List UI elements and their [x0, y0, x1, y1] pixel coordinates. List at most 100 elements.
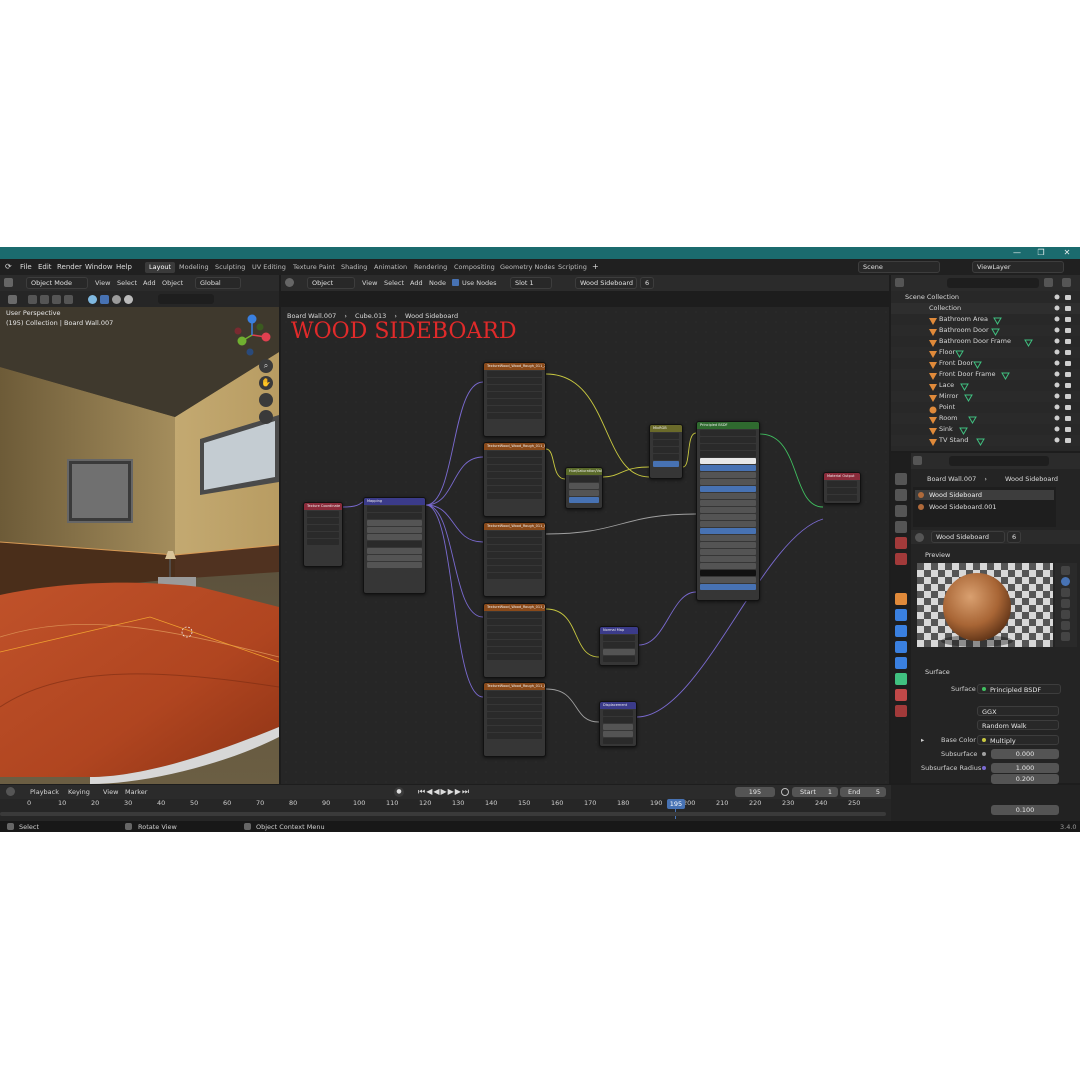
mode-dropdown[interactable]: Object Mode	[26, 277, 88, 289]
minimize-button[interactable]: —	[1006, 247, 1028, 259]
timeline-menu-view[interactable]: View	[103, 788, 118, 796]
node-mapping[interactable]: Mapping	[363, 497, 426, 594]
preview-panel-header[interactable]: Preview	[911, 549, 1080, 561]
3d-viewport[interactable]: User Perspective (195) Collection | Boar…	[0, 307, 279, 784]
node-menu-view[interactable]: View	[362, 279, 377, 287]
material-tab-icon[interactable]	[895, 689, 907, 701]
tab-texture-paint[interactable]: Texture Paint	[289, 262, 339, 273]
maximize-button[interactable]: ❐	[1030, 247, 1052, 259]
node-image-texture-gloss[interactable]: TextureWood_Wood_Rough_011_GLOSS	[483, 522, 546, 597]
node-image-texture-color[interactable]: TextureWood_Wood_Rough_011_2K_COLOR	[483, 362, 546, 437]
distribution-dropdown[interactable]: GGX	[977, 706, 1059, 716]
menu-edit[interactable]: Edit	[38, 263, 52, 271]
tab-rendering[interactable]: Rendering	[410, 262, 451, 273]
node-menu-node[interactable]: Node	[429, 279, 446, 287]
subsurface-field[interactable]: 0.000	[991, 749, 1059, 759]
shading-rendered-icon[interactable]	[124, 295, 133, 304]
object-tab-icon[interactable]	[895, 593, 907, 605]
record-icon[interactable]: ●	[394, 787, 404, 797]
preview-cloth-icon[interactable]	[1061, 621, 1070, 630]
tool-tab-icon[interactable]	[895, 473, 907, 485]
material-slot-item[interactable]: Wood Sideboard	[915, 490, 1054, 500]
world-tab-icon[interactable]	[895, 553, 907, 565]
blender-logo-icon[interactable]: ⟳	[5, 262, 12, 271]
gizmo-toggle-icon[interactable]	[88, 295, 97, 304]
transform-orientation-dropdown[interactable]: Global	[195, 277, 241, 289]
render-tab-icon[interactable]	[895, 489, 907, 501]
menu-file[interactable]: File	[20, 263, 32, 271]
node-displacement[interactable]: Displacement	[599, 701, 637, 747]
menu-window[interactable]: Window	[85, 263, 113, 271]
timeline-menu-playback[interactable]: Playback	[30, 788, 59, 796]
use-nodes-checkbox[interactable]	[452, 279, 459, 286]
props-crumb-material[interactable]: Wood Sideboard	[1005, 475, 1058, 483]
physics-tab-icon[interactable]	[895, 641, 907, 653]
tab-modeling[interactable]: Modeling	[175, 262, 213, 273]
constraints-tab-icon[interactable]	[895, 657, 907, 669]
node-menu-select[interactable]: Select	[384, 279, 404, 287]
preview-sphere-icon[interactable]	[1061, 577, 1070, 586]
camera-icon[interactable]	[259, 393, 273, 407]
add-workspace-button[interactable]: +	[592, 262, 599, 271]
playhead[interactable]: 195	[667, 799, 685, 809]
timeline-editor-icon[interactable]	[6, 787, 15, 796]
timeline-scrollbar[interactable]	[0, 812, 886, 816]
preview-monkey-icon[interactable]	[1061, 610, 1070, 619]
base-color-field[interactable]: Multiply	[977, 735, 1059, 745]
node-image-texture-disp[interactable]: TextureWood_Wood_Rough_011_DISP	[483, 682, 546, 757]
scene-tab-icon[interactable]	[895, 537, 907, 549]
node-texture-coordinate[interactable]: Texture Coordinate	[303, 502, 343, 567]
output-tab-icon[interactable]	[895, 505, 907, 517]
expand-arrow-icon[interactable]: ▸	[921, 736, 924, 744]
viewport-menu-view[interactable]: View	[95, 279, 110, 287]
node-menu-add[interactable]: Add	[410, 279, 423, 287]
close-button[interactable]: ✕	[1056, 247, 1078, 259]
timeline-track[interactable]: 0 10 20 30 40 50 60 70 80 90 100 110 120…	[0, 799, 891, 823]
pan-hand-icon[interactable]: ✋	[259, 376, 273, 390]
node-hue-saturation[interactable]: Hue/Saturation/Value	[565, 467, 603, 509]
perspective-grid-icon[interactable]	[259, 410, 273, 424]
viewlayer-selector[interactable]: ViewLayer	[972, 261, 1064, 273]
shading-solid-icon[interactable]	[100, 295, 109, 304]
viewport-menu-select[interactable]: Select	[117, 279, 137, 287]
menu-help[interactable]: Help	[116, 263, 132, 271]
mode-icon-3[interactable]	[52, 295, 61, 304]
scene-selector[interactable]: Scene	[858, 261, 940, 273]
node-image-texture-rough[interactable]: TextureWood_Wood_Rough_011_ROUGH	[483, 442, 546, 517]
surface-panel-header[interactable]: Surface	[911, 666, 1080, 678]
radius-z-field[interactable]: 0.100	[991, 805, 1059, 815]
shader-type-dropdown[interactable]: Object	[307, 277, 355, 289]
timeline-menu-keying[interactable]: Keying	[68, 788, 90, 796]
radius-x-field[interactable]: 1.000	[991, 763, 1059, 773]
stopwatch-icon[interactable]	[781, 788, 789, 796]
modifier-tab-icon[interactable]	[895, 609, 907, 621]
preview-fluid-icon[interactable]	[1061, 632, 1070, 641]
shading-material-icon[interactable]	[112, 295, 121, 304]
timeline-menu-marker[interactable]: Marker	[125, 788, 147, 796]
viewport-search-input[interactable]	[158, 294, 214, 304]
navigation-gizmo[interactable]	[228, 311, 276, 361]
surface-shader-field[interactable]: Principled BSDF	[977, 684, 1061, 694]
tab-geometry-nodes[interactable]: Geometry Nodes	[496, 262, 559, 273]
node-material-output[interactable]: Material Output	[823, 472, 861, 504]
data-tab-icon[interactable]	[895, 673, 907, 685]
current-frame-field[interactable]: 195	[735, 787, 775, 797]
tab-shading[interactable]: Shading	[337, 262, 371, 273]
tab-scripting[interactable]: Scripting	[554, 262, 591, 273]
playback-controls[interactable]: ⏮◀◀▶▶▶⏭	[418, 787, 470, 797]
tab-animation[interactable]: Animation	[370, 262, 411, 273]
tab-sculpting[interactable]: Sculpting	[211, 262, 249, 273]
properties-editor-icon[interactable]	[913, 456, 922, 465]
viewport-menu-object[interactable]: Object	[162, 279, 183, 287]
tab-uv-editing[interactable]: UV Editing	[248, 262, 290, 273]
material-slot-item[interactable]: Wood Sideboard.001	[915, 502, 1054, 512]
props-crumb-object[interactable]: Board Wall.007	[927, 475, 976, 483]
tab-compositing[interactable]: Compositing	[450, 262, 499, 273]
viewport-menu-add[interactable]: Add	[143, 279, 156, 287]
material-datablock-name[interactable]: Wood Sideboard	[931, 531, 1005, 543]
view-layer-tab-icon[interactable]	[895, 521, 907, 533]
mode-icon-2[interactable]	[40, 295, 49, 304]
radius-y-field[interactable]: 0.200	[991, 774, 1059, 784]
menu-render[interactable]: Render	[57, 263, 82, 271]
shader-editor-icon[interactable]	[285, 278, 294, 287]
